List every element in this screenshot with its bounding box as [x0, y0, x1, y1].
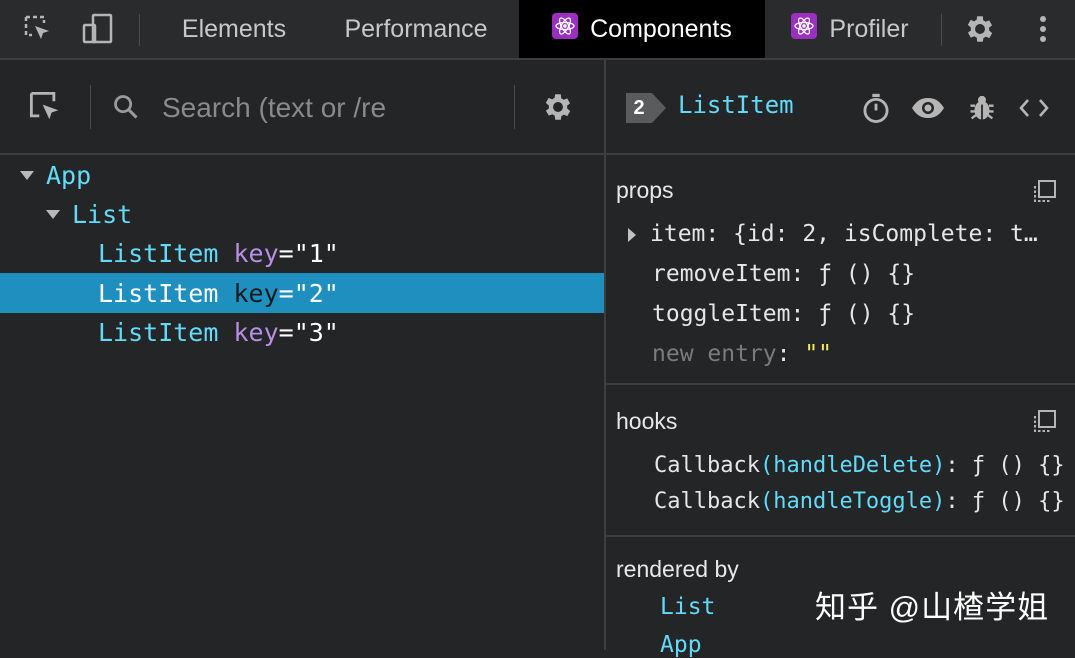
search-input[interactable]	[160, 87, 504, 129]
react-logo-icon	[552, 12, 579, 46]
key-label: key	[233, 278, 279, 308]
toolbar-divider	[90, 85, 91, 129]
hook-arg: handleDelete	[773, 453, 933, 478]
tab-label: Profiler	[829, 14, 909, 43]
prop-value: ƒ () {}	[818, 301, 916, 327]
copy-icon[interactable]	[1031, 409, 1057, 440]
key-label: key	[233, 317, 279, 347]
search-icon	[112, 93, 140, 126]
toolbar-divider	[514, 85, 515, 129]
key-value: "3"	[293, 317, 339, 347]
component-tree-panel: App List ListItem key="1" ListItem key="…	[0, 60, 702, 650]
prop-value: {id: 2, isComplete: t…	[733, 221, 1038, 247]
hooks-section: hooks Callback(handleDelete): ƒ () {} Ca…	[606, 385, 1075, 537]
hook-name: Callback	[654, 489, 760, 514]
new-entry-row[interactable]: new entry: ""	[652, 341, 832, 367]
tab-profiler[interactable]: Profiler	[775, 0, 925, 58]
hook-row[interactable]: Callback(handleToggle): ƒ () {}	[654, 489, 1065, 514]
toolbar-divider	[139, 14, 140, 46]
key-label: key	[233, 238, 279, 268]
react-logo-icon	[791, 12, 818, 46]
tree-row-listitem-selected[interactable]: ListItem key = "2"	[0, 273, 702, 313]
new-entry-value[interactable]: ""	[804, 341, 832, 367]
tab-label: Performance	[344, 14, 488, 43]
select-element-icon[interactable]	[28, 90, 64, 131]
search-toolbar	[0, 60, 604, 155]
stopwatch-icon[interactable]	[858, 90, 894, 126]
prop-row-item[interactable]: item: {id: 2, isComplete: t…	[628, 221, 1038, 247]
eye-icon[interactable]	[910, 90, 946, 126]
prop-key: toggleItem	[652, 301, 791, 327]
device-toolbar-icon[interactable]	[78, 0, 118, 58]
gear-icon[interactable]	[541, 90, 575, 129]
gear-icon[interactable]	[960, 0, 1000, 58]
hook-row[interactable]: Callback(handleDelete): ƒ () {}	[654, 453, 1065, 478]
tree-row-listitem[interactable]: ListItem key = "3"	[0, 312, 702, 352]
component-name: ListItem	[98, 317, 219, 347]
view-source-icon[interactable]	[1016, 90, 1052, 126]
owner-link-list[interactable]: List	[660, 594, 715, 620]
prop-key: item	[650, 221, 706, 247]
key-value: "2"	[293, 278, 339, 308]
toolbar-divider	[941, 14, 942, 46]
prop-key: removeItem	[652, 261, 791, 287]
prop-row-removeitem[interactable]: removeItem: ƒ () {}	[652, 261, 915, 287]
tab-components[interactable]: Components	[519, 0, 765, 58]
hook-value: ƒ () {}	[971, 453, 1065, 478]
more-options-icon[interactable]	[1028, 0, 1058, 58]
component-name: List	[72, 199, 133, 229]
badge-arrow	[652, 93, 666, 123]
tree-row-app[interactable]: App	[0, 155, 624, 195]
component-name: ListItem	[98, 238, 219, 268]
key-value: "1"	[293, 238, 339, 268]
owner-link-app[interactable]: App	[660, 632, 702, 658]
copy-icon[interactable]	[1031, 179, 1057, 210]
inspector-panel: 2 ListItem props item: {id: 2, isComplet…	[604, 60, 1075, 658]
props-section: props item: {id: 2, isComplete: t… remov…	[606, 155, 1075, 385]
section-title: rendered by	[616, 556, 739, 582]
section-title: props	[616, 177, 674, 203]
component-name: ListItem	[98, 278, 219, 308]
hook-value: ƒ () {}	[971, 489, 1065, 514]
component-name: App	[46, 160, 92, 190]
tab-elements[interactable]: Elements	[160, 0, 308, 58]
inspector-header: 2 ListItem	[606, 60, 1075, 155]
expand-arrow-icon[interactable]	[628, 227, 636, 242]
tree-row-list[interactable]: List	[0, 194, 650, 234]
owner-badge: 2	[626, 93, 652, 123]
section-title: hooks	[616, 408, 678, 434]
selected-component-title: ListItem	[678, 91, 794, 119]
tab-performance[interactable]: Performance	[322, 0, 510, 58]
prop-value: ƒ () {}	[818, 261, 916, 287]
devtools-tab-bar: Elements Performance Components Profiler	[0, 0, 1075, 60]
prop-row-toggleitem[interactable]: toggleItem: ƒ () {}	[652, 301, 915, 327]
new-entry-label[interactable]: new entry	[652, 341, 777, 367]
bug-icon[interactable]	[964, 90, 1000, 126]
watermark: 知乎 @山楂学姐	[815, 590, 1050, 625]
hook-name: Callback	[654, 453, 760, 478]
inspect-element-icon[interactable]	[18, 0, 58, 58]
tab-label: Elements	[181, 14, 287, 43]
collapse-caret-icon[interactable]	[20, 170, 34, 180]
tab-label: Components	[590, 14, 732, 43]
tree-row-listitem[interactable]: ListItem key = "1"	[0, 233, 702, 273]
collapse-caret-icon[interactable]	[46, 209, 60, 219]
hook-arg: handleToggle	[773, 489, 933, 514]
